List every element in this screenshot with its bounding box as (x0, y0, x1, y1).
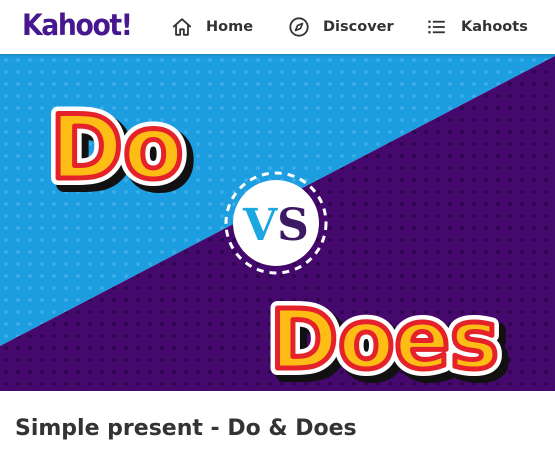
home-icon (171, 16, 193, 38)
top-navbar: Kahoot! Home Discover Kahoots (0, 0, 555, 54)
svg-text:Does: Does (270, 293, 499, 388)
svg-text:Do: Do (50, 96, 184, 199)
hero-word-does: Does Does Does (263, 286, 513, 391)
nav-kahoots-label: Kahoots (461, 19, 528, 35)
list-icon (426, 16, 448, 38)
hero-word-do: Do Do Do (43, 89, 198, 213)
logo-text: Kahoot! (22, 8, 133, 42)
kahoot-cover-image[interactable]: Do Do Do VS Does Does Does (0, 54, 555, 391)
kahoot-title: Simple present - Do & Does (15, 416, 357, 441)
nav-discover-label: Discover (323, 19, 394, 35)
compass-icon (288, 16, 310, 38)
vs-text: VS (242, 200, 309, 251)
kahoot-logo[interactable]: Kahoot! (22, 8, 133, 42)
nav-home[interactable]: Home (171, 0, 253, 54)
hero-vs-badge: VS (224, 171, 328, 275)
nav-home-label: Home (206, 19, 254, 35)
nav-discover[interactable]: Discover (288, 0, 394, 54)
nav-kahoots[interactable]: Kahoots (426, 0, 528, 54)
